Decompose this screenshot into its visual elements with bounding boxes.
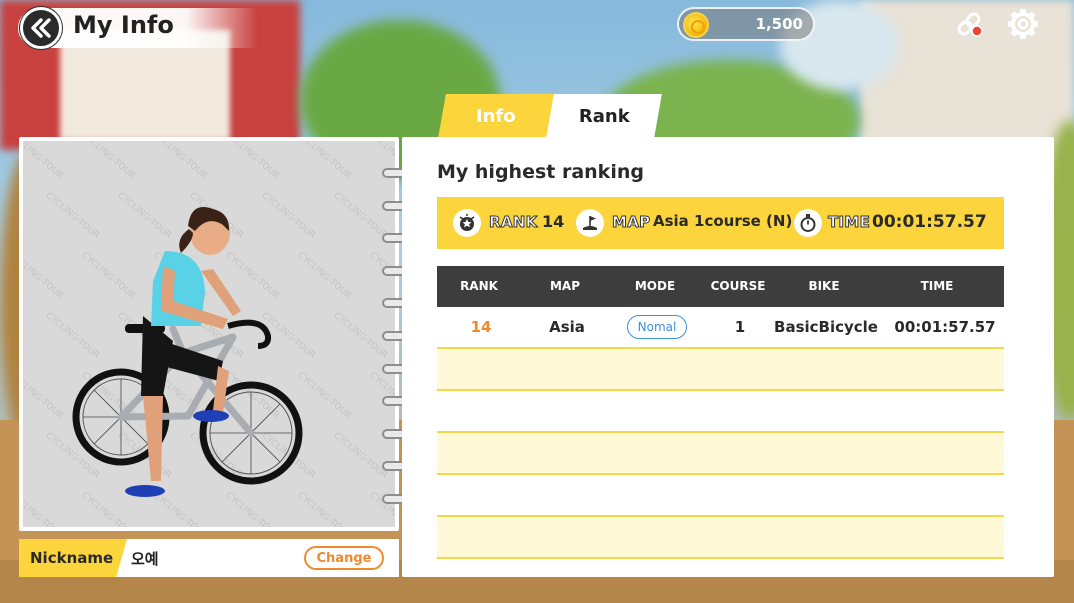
ranking-table-header: RANK MAP MODE COURSE BIKE TIME bbox=[437, 266, 1004, 307]
map-label: MAP bbox=[611, 213, 651, 232]
row-map: Asia bbox=[549, 318, 585, 336]
settings-button[interactable] bbox=[1007, 8, 1039, 40]
rank-icon bbox=[453, 209, 481, 237]
time-label: TIME bbox=[827, 213, 871, 232]
map-flag-icon bbox=[576, 209, 604, 237]
table-row[interactable]: 14 Asia Nomal 1 BasicBicycle 00:01:57.57 bbox=[437, 307, 1004, 349]
nickname-bar: Nickname 오예 Change bbox=[19, 539, 399, 577]
row-rank: 14 bbox=[470, 318, 492, 336]
section-title: My highest ranking bbox=[437, 161, 644, 183]
settings-icon bbox=[1008, 9, 1038, 39]
best-rank-summary: RANK 14 MAP Asia 1course (N) TIME 00:01:… bbox=[437, 197, 1004, 249]
rank-value: 14 bbox=[542, 212, 565, 231]
rank-label: RANK bbox=[489, 213, 538, 232]
col-course: COURSE bbox=[710, 279, 766, 293]
col-time: TIME bbox=[920, 279, 954, 293]
map-value: Asia 1course (N) bbox=[653, 212, 793, 230]
nickname-label: Nickname bbox=[19, 539, 127, 577]
col-bike: BIKE bbox=[808, 279, 840, 293]
tab-info[interactable]: Info bbox=[438, 94, 554, 138]
row-bike: BasicBicycle bbox=[774, 318, 878, 336]
nickname-value: 오예 bbox=[131, 550, 159, 568]
coin-icon bbox=[683, 12, 709, 38]
col-map: MAP bbox=[549, 279, 581, 293]
coin-value: 1,500 bbox=[755, 15, 803, 33]
character-preview[interactable]: CYCLING-TOUR CYCLING-TOUR CYCLING-TOUR CYCL… bbox=[23, 141, 395, 527]
tab-rank-label: Rank bbox=[578, 105, 630, 127]
table-row-empty bbox=[437, 349, 1004, 391]
table-row-empty bbox=[437, 475, 1004, 517]
tab-rank[interactable]: Rank bbox=[546, 94, 662, 138]
stopwatch-icon bbox=[794, 209, 822, 237]
cyclist-image bbox=[72, 207, 303, 497]
col-rank: RANK bbox=[460, 279, 498, 293]
table-row-empty bbox=[437, 433, 1004, 475]
row-course: 1 bbox=[734, 318, 746, 336]
row-time: 00:01:57.57 bbox=[894, 318, 996, 336]
back-button[interactable] bbox=[20, 7, 62, 49]
table-row-empty bbox=[437, 517, 1004, 559]
change-nickname-button[interactable]: Change bbox=[304, 546, 384, 570]
link-button[interactable] bbox=[953, 8, 985, 40]
back-icon bbox=[31, 18, 51, 38]
page-title: My Info bbox=[73, 11, 174, 39]
row-mode-badge: Nomal bbox=[627, 315, 687, 339]
table-row-empty bbox=[437, 391, 1004, 433]
tab-info-label: Info bbox=[476, 105, 516, 127]
time-value: 00:01:57.57 bbox=[872, 212, 987, 232]
coin-balance: 1,500 bbox=[677, 7, 815, 41]
link-icon bbox=[957, 12, 983, 37]
col-mode: MODE bbox=[634, 279, 676, 293]
